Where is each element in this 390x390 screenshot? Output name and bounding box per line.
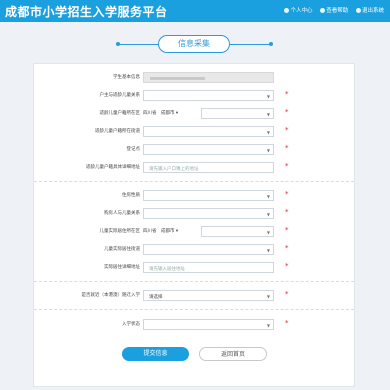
registration-point-select[interactable]: ▼	[143, 144, 274, 155]
form-label: 户主与适龄儿童关系	[99, 93, 141, 98]
help-icon	[320, 8, 326, 13]
back-home-button[interactable]: 返回首页	[199, 347, 267, 361]
city-select[interactable]: 成都市 ▾	[161, 228, 178, 234]
selected-value: 请选择	[149, 294, 163, 300]
student-info-field	[143, 72, 274, 83]
form-row-residence-district: 儿童实际居住所在区 四川省 成都市 ▾ ▼ *	[34, 226, 354, 238]
personal-center-link[interactable]: 个人中心	[284, 8, 312, 14]
submit-button[interactable]: 提交信息	[122, 347, 189, 361]
form-label: 儿童实际居住所在区	[99, 229, 141, 234]
form-label: 住房性质	[122, 193, 140, 198]
form-row-student-info: 学生基本信息	[34, 72, 354, 84]
section-heading: 信息采集	[0, 35, 390, 55]
placeholder-text: 请先输入居住地址	[149, 266, 185, 272]
form-label: 学生基本信息	[113, 75, 140, 80]
form-label: 实际居住详细地址	[104, 265, 140, 270]
section-divider	[34, 281, 354, 282]
required-mark: *	[285, 190, 289, 198]
form-row-hukou-street: 适龄儿童户籍所在街道 ▼ *	[34, 126, 354, 138]
required-mark: *	[285, 144, 289, 152]
enrollment-status-select[interactable]: ▼	[143, 319, 274, 330]
help-label: 查看帮助	[326, 8, 349, 14]
province-text: 四川省	[143, 111, 157, 116]
form-row-residence-address: 实际居住详细地址 请先输入居住地址 *	[34, 262, 354, 274]
required-mark: *	[285, 108, 289, 116]
form-label: 登记点	[126, 147, 141, 152]
required-mark: *	[285, 90, 289, 98]
form-row-hukou-district: 适龄儿童户籍所在区 四川省 成都市 ▾ ▼ *	[34, 108, 354, 120]
form-label: 购房人与儿童关系	[104, 211, 140, 216]
chevron-down-icon: ▼	[266, 194, 270, 199]
residence-street-select[interactable]: ▼	[143, 244, 274, 255]
chevron-down-icon: ▼	[266, 323, 270, 328]
residence-address-input[interactable]: 请先输入居住地址	[143, 262, 274, 273]
placeholder-text: 请先输入户口簿上的地址	[149, 166, 199, 172]
chevron-down-icon: ▼	[266, 112, 270, 117]
city-value: 成都市	[161, 229, 175, 234]
redacted-text	[150, 77, 205, 80]
form-row-hukou-address: 适龄儿童户籍具体详细地址 请先输入户口簿上的地址 *	[34, 162, 354, 174]
form-row-registration-point: 登记点 ▼ *	[34, 144, 354, 156]
user-icon	[284, 8, 290, 13]
form-label: 是否就近（本港澳）随迁入学	[81, 293, 141, 298]
province-text: 四川省	[143, 229, 157, 234]
top-header: 成都市小学招生入学服务平台 个人中心 查看帮助 退出系统	[0, 0, 390, 22]
form-row-enrollment-status: 入学状态 ▼ *	[34, 319, 354, 331]
required-mark: *	[285, 319, 289, 327]
section-divider	[34, 309, 354, 310]
form-label: 入学状态	[122, 322, 140, 327]
required-mark: *	[285, 162, 289, 170]
hukou-street-select[interactable]: ▼	[143, 126, 274, 137]
form-panel: 学生基本信息 户主与适龄儿童关系 ▼ * 适龄儿童户籍所在区 四川省 成都市 ▾…	[33, 63, 355, 387]
logout-label: 退出系统	[361, 8, 384, 14]
required-mark: *	[285, 262, 289, 270]
heading-dot-left	[116, 42, 120, 46]
help-link[interactable]: 查看帮助	[320, 8, 348, 14]
site-title: 成都市小学招生入学服务平台	[5, 5, 168, 19]
form-label: 适龄儿童户籍所在区	[99, 111, 141, 116]
hukou-address-input[interactable]: 请先输入户口簿上的地址	[143, 162, 274, 173]
chevron-down-icon: ▼	[266, 148, 270, 153]
form-row-household-relation: 户主与适龄儿童关系 ▼ *	[34, 90, 354, 102]
chevron-down-icon: ▼	[266, 130, 270, 135]
section-title: 信息采集	[158, 35, 230, 53]
nearby-enrollment-select[interactable]: 请选择 ▼	[143, 290, 274, 301]
hukou-district-select[interactable]: ▼	[201, 108, 274, 119]
chevron-down-icon: ▼	[266, 248, 270, 253]
chevron-down-icon: ▼	[266, 212, 270, 217]
city-select[interactable]: 成都市 ▾	[161, 110, 178, 116]
form-label: 适龄儿童户籍所在街道	[95, 129, 140, 134]
housing-type-select[interactable]: ▼	[143, 190, 274, 201]
form-row-buyer-relation: 购房人与儿童关系 ▼ *	[34, 208, 354, 220]
heading-line-right	[230, 44, 270, 45]
form-label: 儿童实际居住街道	[104, 247, 140, 252]
logout-icon	[355, 8, 361, 13]
buyer-relation-select[interactable]: ▼	[143, 208, 274, 219]
logout-link[interactable]: 退出系统	[355, 8, 384, 14]
heading-line-left	[118, 44, 158, 45]
city-value: 成都市	[161, 111, 175, 116]
form-row-residence-street: 儿童实际居住街道 ▼ *	[34, 244, 354, 256]
required-mark: *	[285, 126, 289, 134]
required-mark: *	[285, 226, 289, 234]
form-label: 适龄儿童户籍具体详细地址	[86, 165, 140, 170]
section-divider	[34, 181, 354, 182]
household-relation-select[interactable]: ▼	[143, 90, 274, 101]
form-row-housing-type: 住房性质 ▼ *	[34, 190, 354, 202]
required-mark: *	[285, 290, 289, 298]
form-row-nearby-enrollment: 是否就近（本港澳）随迁入学 请选择 ▼ *	[34, 290, 354, 302]
required-mark: *	[285, 244, 289, 252]
chevron-down-icon: ▼	[266, 294, 270, 299]
header-links: 个人中心 查看帮助 退出系统	[278, 6, 384, 14]
heading-dot-right	[269, 42, 273, 46]
residence-district-select[interactable]: ▼	[201, 226, 274, 237]
required-mark: *	[285, 208, 289, 216]
personal-center-label: 个人中心	[290, 8, 313, 14]
chevron-down-icon: ▼	[266, 230, 270, 235]
chevron-down-icon: ▼	[266, 94, 270, 99]
